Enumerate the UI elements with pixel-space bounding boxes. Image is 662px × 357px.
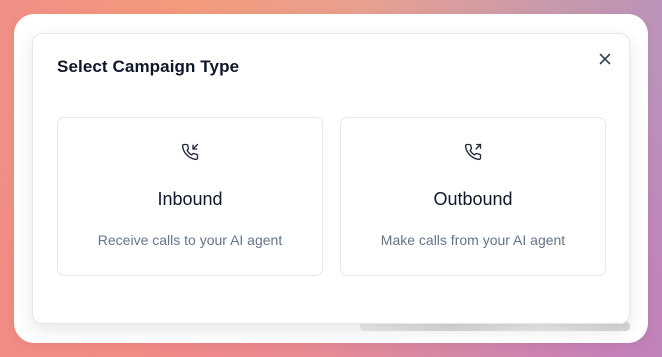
select-campaign-type-dialog: Select Campaign Type Inbound Receive cal… — [32, 33, 630, 324]
inbound-option-card[interactable]: Inbound Receive calls to your AI agent — [57, 117, 323, 276]
inbound-description: Receive calls to your AI agent — [97, 232, 283, 248]
inbound-title: Inbound — [157, 189, 223, 209]
dialog-title: Select Campaign Type — [57, 57, 240, 76]
phone-outgoing-icon — [464, 143, 482, 161]
phone-incoming-icon — [181, 143, 199, 161]
outbound-title: Outbound — [433, 189, 513, 209]
close-button[interactable] — [596, 50, 614, 68]
outbound-description: Make calls from your AI agent — [380, 232, 566, 248]
close-icon — [599, 53, 611, 65]
outbound-option-card[interactable]: Outbound Make calls from your AI agent — [340, 117, 606, 276]
